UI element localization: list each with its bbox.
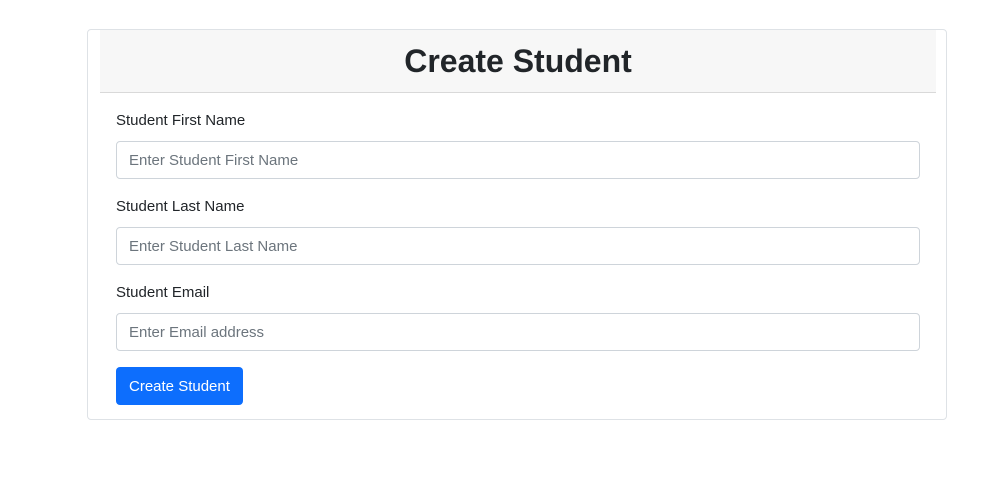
first-name-label: Student First Name [116,112,246,129]
card-header: Create Student [100,30,936,93]
email-label: Student Email [116,284,210,301]
page-title: Create Student [404,42,632,79]
first-name-input[interactable] [116,141,920,179]
last-name-label: Student Last Name [116,198,245,215]
email-input[interactable] [116,313,920,351]
create-student-card: Create Student Student First Name Studen… [87,29,947,420]
last-name-input[interactable] [116,227,920,265]
create-student-button[interactable]: Create Student [116,367,243,405]
